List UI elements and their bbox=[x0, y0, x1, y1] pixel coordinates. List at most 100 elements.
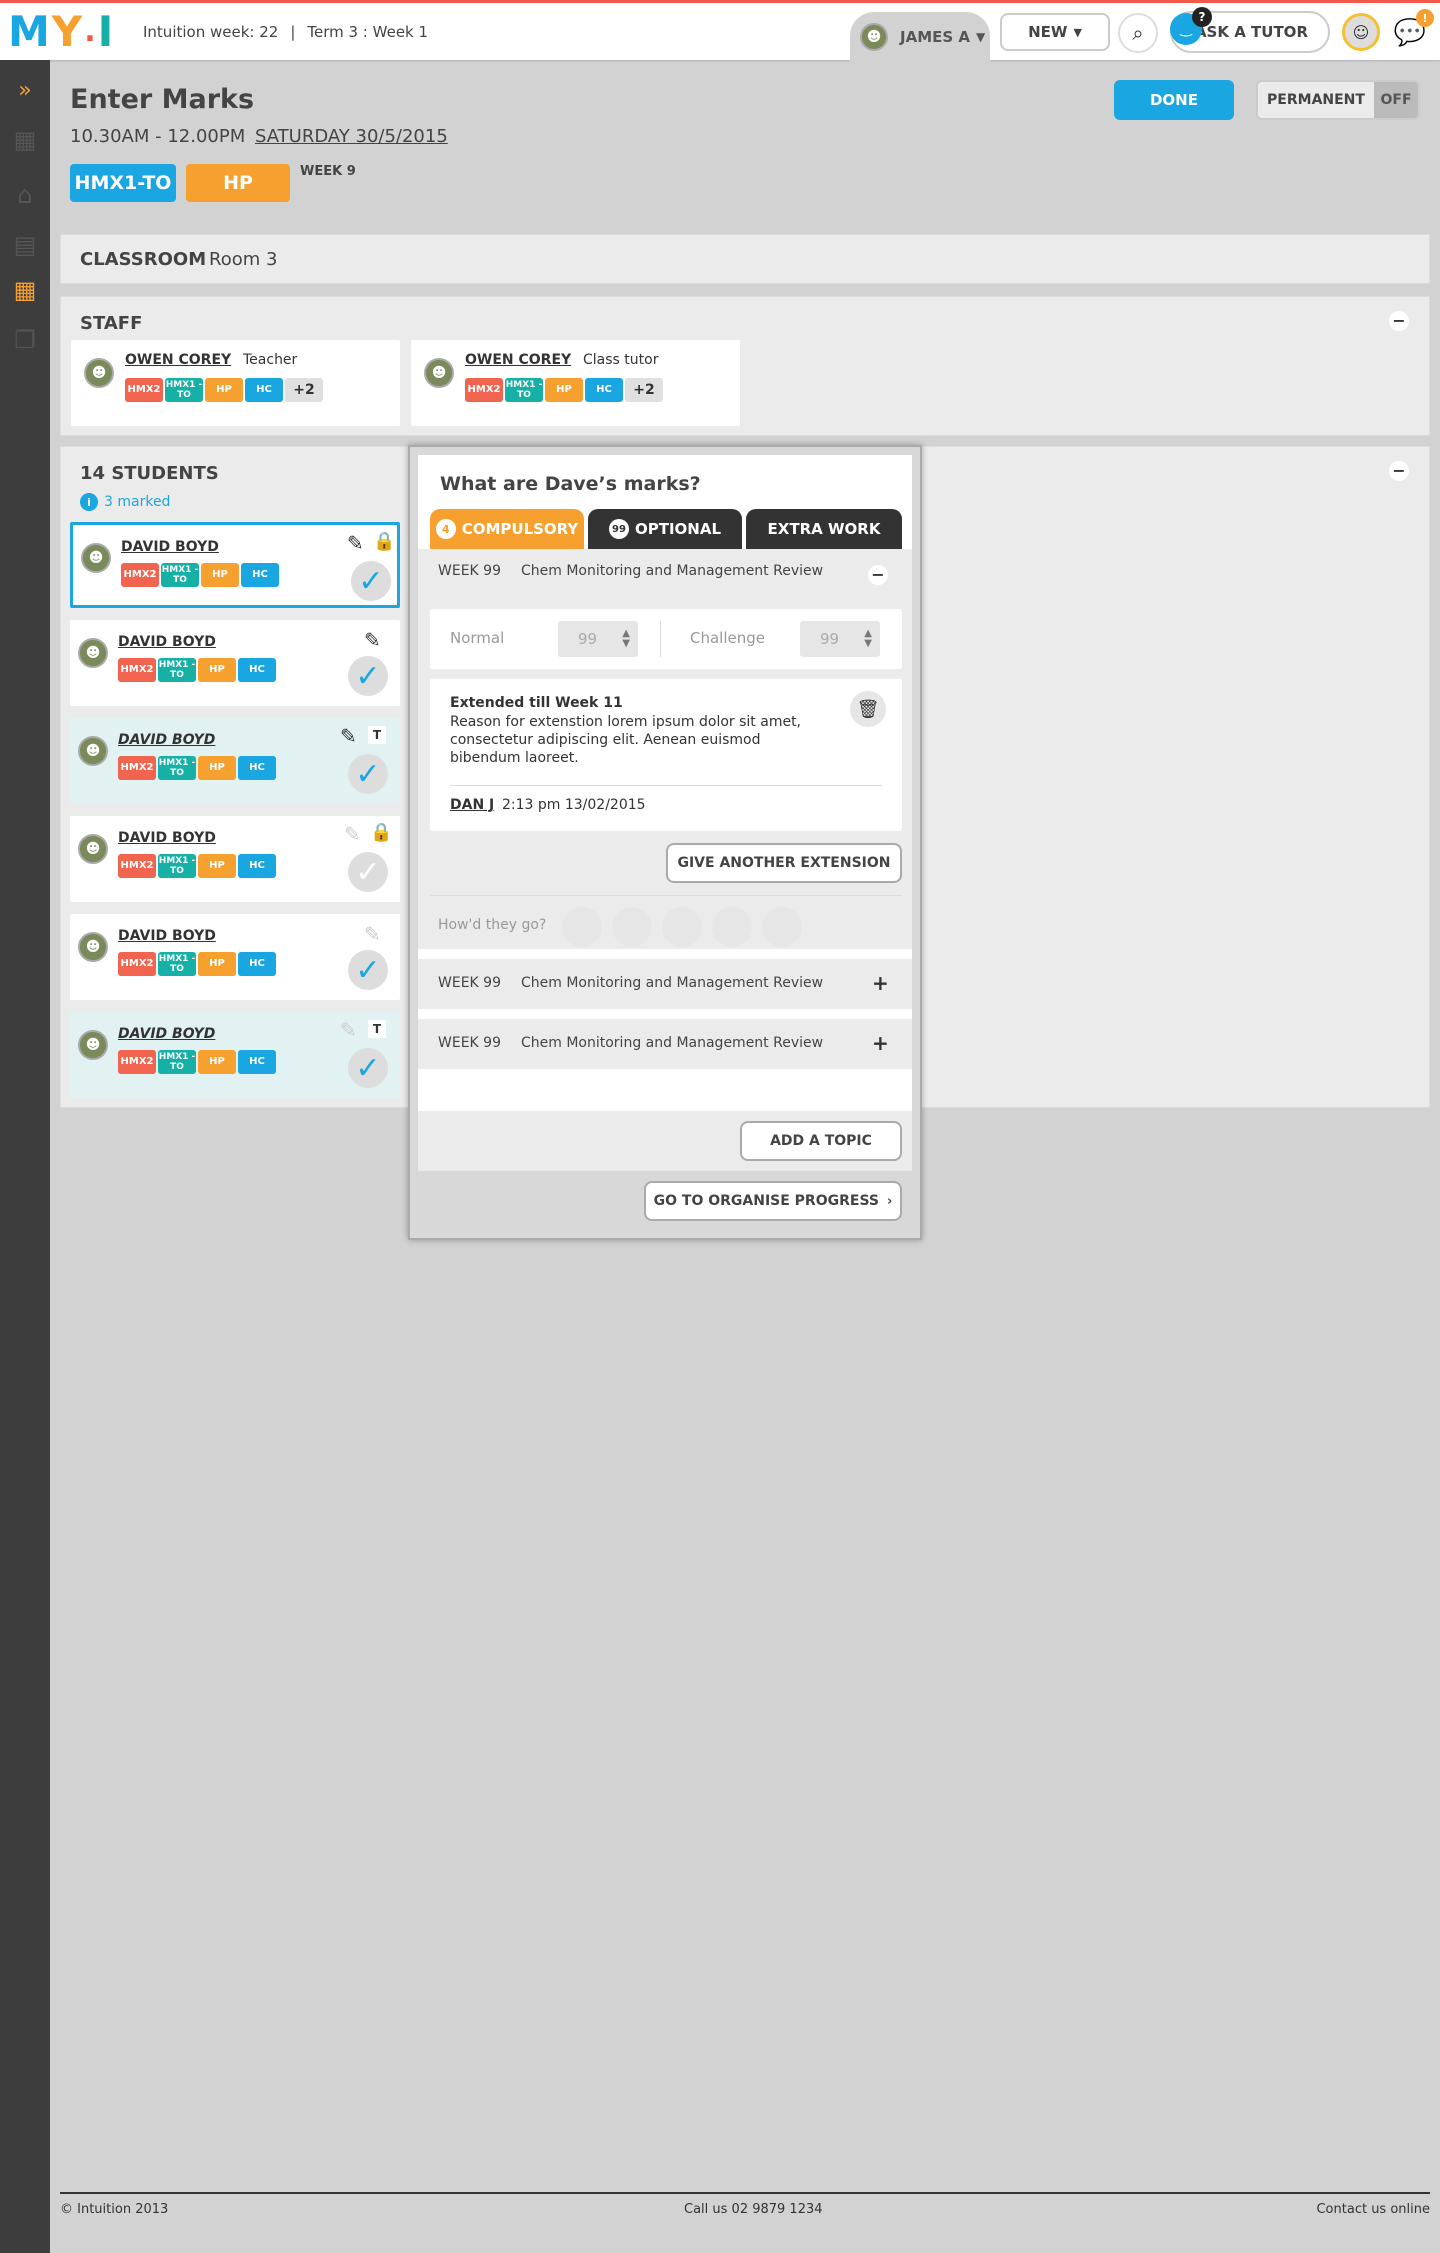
chevron-right-icon: › bbox=[887, 1193, 893, 1209]
staff-title: STAFF bbox=[80, 313, 143, 334]
staff-name[interactable]: OWEN COREY bbox=[125, 352, 231, 368]
rating-option[interactable] bbox=[762, 907, 802, 947]
topic-week: WEEK 99 bbox=[438, 1035, 501, 1051]
badge-hp: HP bbox=[198, 658, 236, 682]
home-icon[interactable]: ⌂ bbox=[10, 180, 40, 210]
expand-plus-icon[interactable]: + bbox=[872, 971, 889, 995]
class-tag-hp[interactable]: HP bbox=[186, 164, 290, 202]
toggle-off-state: OFF bbox=[1374, 82, 1418, 118]
contact-link[interactable]: Contact us online bbox=[1316, 2202, 1430, 2217]
badge-hmx1-to: HMX1 -TO bbox=[158, 1050, 196, 1074]
classroom-panel: CLASSROOM Room 3 bbox=[60, 234, 1430, 284]
user-menu-button[interactable]: ☻ JAMES A ▼ bbox=[850, 12, 990, 62]
collapse-topic-icon[interactable]: − bbox=[868, 565, 888, 585]
student-name[interactable]: DAVID BOYD bbox=[118, 928, 216, 944]
badge-hmx2: HMX2 bbox=[125, 378, 163, 402]
done-button[interactable]: DONE bbox=[1114, 80, 1234, 120]
collapse-students-icon[interactable]: − bbox=[1389, 461, 1409, 481]
stepper-arrows-icon[interactable]: ▲ ▼ bbox=[864, 629, 872, 649]
profile-avatar[interactable]: ☺ bbox=[1342, 13, 1380, 51]
tab-optional[interactable]: 99 OPTIONAL bbox=[588, 509, 742, 549]
edit-note-icon[interactable]: ✎ bbox=[340, 1018, 357, 1042]
extension-author[interactable]: DAN J bbox=[450, 797, 494, 813]
edit-note-icon[interactable]: ✎ bbox=[364, 922, 381, 946]
staff-card[interactable]: ☻ OWEN COREY Teacher HMX2 HMX1 -TO HP HC… bbox=[71, 340, 400, 426]
scores-row: Normal 99 ▲ ▼ Challenge 99 ▲ ▼ bbox=[430, 609, 902, 669]
tab-extra-label: EXTRA WORK bbox=[767, 520, 881, 538]
student-card[interactable]: ☻ DAVID BOYD HMX2 HMX1 -TO HP HC ✎ ✓ bbox=[70, 914, 400, 1000]
student-card[interactable]: ☻ DAVID BOYD HMX2 HMX1 -TO HP HC ✎ T ✓ bbox=[70, 1012, 400, 1098]
time-range: 10.30AM - 12.00PM bbox=[70, 126, 246, 147]
collapse-staff-icon[interactable]: − bbox=[1389, 311, 1409, 331]
separator: | bbox=[290, 23, 296, 41]
lesson-date[interactable]: SATURDAY 30/5/2015 bbox=[255, 126, 448, 147]
student-name[interactable]: DAVID BOYD bbox=[118, 1026, 215, 1042]
student-card[interactable]: ☻ DAVID BOYD HMX2 HMX1 -TO HP HC ✎ T ✓ bbox=[70, 718, 400, 804]
mark-check-button[interactable]: ✓ bbox=[348, 950, 388, 990]
student-name[interactable]: DAVID BOYD bbox=[118, 732, 215, 748]
expand-chevrons-icon[interactable]: » bbox=[10, 75, 40, 105]
rating-option[interactable] bbox=[712, 907, 752, 947]
edit-note-icon[interactable]: ✎ bbox=[364, 628, 381, 652]
copyright: © Intuition 2013 bbox=[60, 2202, 169, 2217]
divider bbox=[660, 621, 661, 657]
week-info: Intuition week: 22 bbox=[143, 23, 279, 41]
mark-check-button[interactable]: ✓ bbox=[351, 561, 391, 601]
mark-check-button[interactable]: ✓ bbox=[348, 1048, 388, 1088]
class-tag-hmx1[interactable]: HMX1-TO bbox=[70, 164, 176, 202]
topic-header[interactable]: WEEK 99 Chem Monitoring and Management R… bbox=[438, 563, 898, 579]
week-label: WEEK 9 bbox=[300, 164, 356, 179]
new-button[interactable]: NEW ▼ bbox=[1000, 13, 1110, 51]
go-to-organise-progress-button[interactable]: GO TO ORGANISE PROGRESS › bbox=[644, 1181, 902, 1221]
mark-check-button[interactable]: ✓ bbox=[348, 754, 388, 794]
challenge-score-stepper[interactable]: 99 ▲ ▼ bbox=[800, 621, 880, 657]
give-another-extension-button[interactable]: GIVE ANOTHER EXTENSION bbox=[666, 843, 902, 883]
student-avatar: ☻ bbox=[78, 932, 108, 962]
student-card[interactable]: ☻ DAVID BOYD HMX2 HMX1 -TO HP HC ✎ ✓ bbox=[70, 620, 400, 706]
calendar-grid-icon[interactable]: ▦ bbox=[10, 275, 40, 305]
badge-hc: HC bbox=[585, 378, 623, 402]
badge-more[interactable]: +2 bbox=[625, 378, 663, 402]
permanent-toggle[interactable]: PERMANENT OFF bbox=[1256, 80, 1420, 120]
expand-plus-icon[interactable]: + bbox=[872, 1031, 889, 1055]
search-button[interactable]: ⌕ bbox=[1118, 13, 1158, 53]
staff-name[interactable]: OWEN COREY bbox=[465, 352, 571, 368]
lock-icon[interactable]: 🔒 bbox=[370, 822, 392, 843]
stepper-arrows-icon[interactable]: ▲ ▼ bbox=[622, 629, 630, 649]
mark-check-button[interactable]: ✓ bbox=[348, 852, 388, 892]
edit-note-icon[interactable]: ✎ bbox=[340, 724, 357, 748]
student-card[interactable]: ☻ DAVID BOYD HMX2 HMX1 -TO HP HC ✎ 🔒 ✓ bbox=[70, 522, 400, 608]
edit-note-icon[interactable]: ✎ bbox=[347, 531, 364, 555]
term-info: Intuition week: 22 | Term 3 : Week 1 bbox=[143, 23, 428, 41]
delete-extension-button[interactable]: 🗑 bbox=[850, 691, 886, 727]
student-name[interactable]: DAVID BOYD bbox=[118, 634, 216, 650]
topic-header[interactable]: WEEK 99 Chem Monitoring and Management R… bbox=[438, 975, 823, 991]
students-title: 14 STUDENTS bbox=[80, 463, 219, 484]
add-topic-button[interactable]: ADD A TOPIC bbox=[740, 1121, 902, 1161]
logo-dot: . bbox=[84, 14, 96, 49]
user-avatar: ☻ bbox=[860, 23, 888, 51]
rating-option[interactable] bbox=[662, 907, 702, 947]
dashboard-grid-icon[interactable]: ▦ bbox=[10, 125, 40, 155]
student-name[interactable]: DAVID BOYD bbox=[118, 830, 216, 846]
new-label: NEW bbox=[1028, 23, 1068, 41]
top-bar: M Y . I Intuition week: 22 | Term 3 : Week… bbox=[0, 0, 1440, 62]
tab-extra-work[interactable]: EXTRA WORK bbox=[746, 509, 902, 549]
checkmark-icon: ✓ bbox=[355, 1050, 381, 1086]
lock-icon[interactable]: 🔒 bbox=[373, 531, 395, 552]
mark-check-button[interactable]: ✓ bbox=[348, 656, 388, 696]
normal-score-stepper[interactable]: 99 ▲ ▼ bbox=[558, 621, 638, 657]
tab-compulsory[interactable]: 4 COMPULSORY bbox=[430, 509, 584, 549]
book-icon[interactable]: ▤ bbox=[10, 230, 40, 260]
rating-option[interactable] bbox=[612, 907, 652, 947]
rating-option[interactable] bbox=[562, 907, 602, 947]
challenge-label: Challenge bbox=[690, 629, 765, 647]
documents-icon[interactable]: ❐ bbox=[10, 325, 40, 355]
student-card[interactable]: ☻ DAVID BOYD HMX2 HMX1 -TO HP HC ✎ 🔒 ✓ bbox=[70, 816, 400, 902]
badge-more[interactable]: +2 bbox=[285, 378, 323, 402]
staff-card[interactable]: ☻ OWEN COREY Class tutor HMX2 HMX1 -TO H… bbox=[411, 340, 740, 426]
topic-header[interactable]: WEEK 99 Chem Monitoring and Management R… bbox=[438, 1035, 823, 1051]
edit-note-icon[interactable]: ✎ bbox=[344, 822, 361, 846]
myi-logo[interactable]: M Y . I bbox=[8, 9, 113, 55]
student-name[interactable]: DAVID BOYD bbox=[121, 539, 219, 555]
